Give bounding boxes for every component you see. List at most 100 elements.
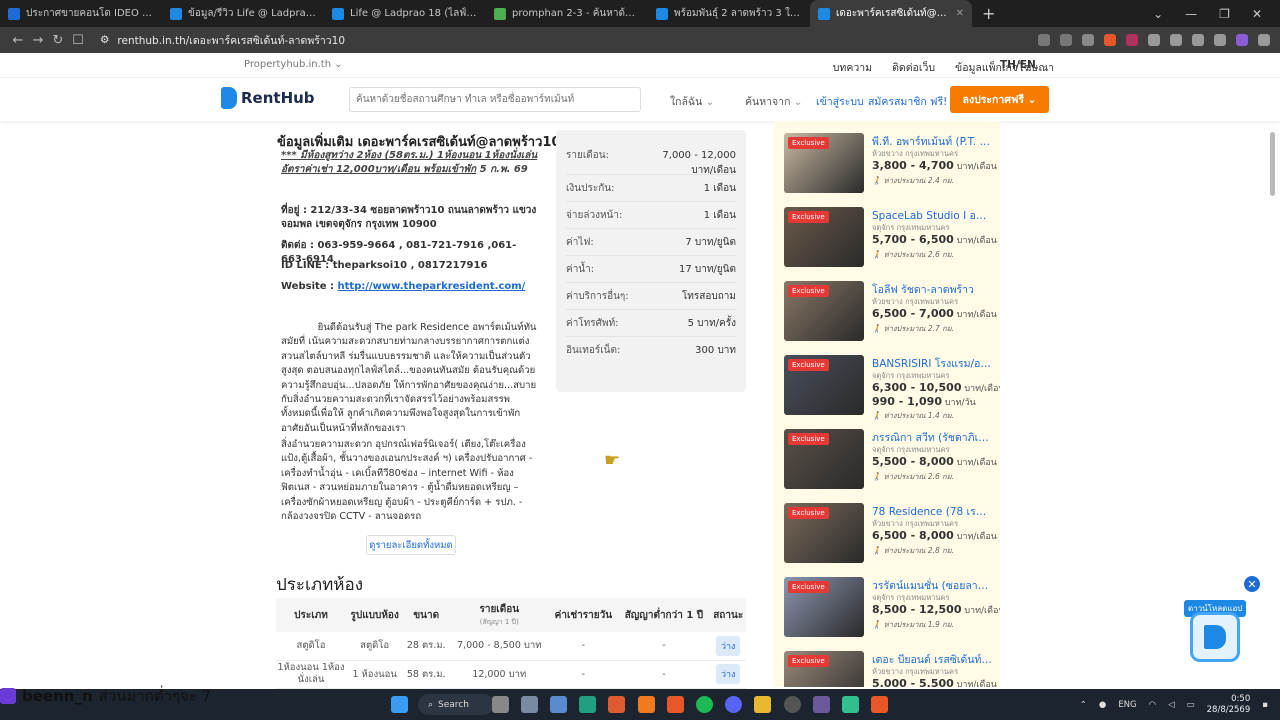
- listing-thumbnail[interactable]: Exclusive: [784, 133, 864, 193]
- listing-card[interactable]: Exclusiveเดอะ บียอนด์ เรสซิเด้นท์ - ทาวน…: [780, 647, 998, 687]
- search-from-menu[interactable]: ค้นหาจาก ⌄: [745, 93, 803, 110]
- topbar-link-articles[interactable]: บทความ: [833, 59, 872, 76]
- listing-price-value: 8,500 - 12,500: [872, 603, 962, 616]
- battery-icon[interactable]: ▭: [1187, 700, 1195, 710]
- listing-price-value: 5,000 - 5,500: [872, 677, 954, 687]
- browser-tab[interactable]: promphan 2-3 - ค้นหาด้วย Google: [486, 0, 648, 27]
- listing-thumbnail[interactable]: Exclusive: [784, 651, 864, 687]
- start-icon[interactable]: [391, 696, 408, 713]
- listing-price-unit: บาท/เดือน: [953, 310, 997, 320]
- new-tab-button[interactable]: +: [972, 4, 1005, 23]
- brave-icon[interactable]: [667, 696, 684, 713]
- listing-card[interactable]: Exclusive78 Residence (78 เรสซิเด้นท์)ห้…: [780, 499, 998, 569]
- star-icon[interactable]: [1082, 34, 1094, 46]
- app-icon-5[interactable]: [813, 696, 830, 713]
- website-link[interactable]: http://www.theparkresident.com/: [338, 281, 526, 292]
- fee-value: 1 เดือน: [703, 182, 736, 194]
- language-switcher[interactable]: TH/EN ⌄: [1000, 59, 1048, 71]
- fee-label: ค่าไฟ:: [566, 236, 594, 248]
- renthub-logo[interactable]: RentHub: [221, 87, 315, 109]
- language-indicator[interactable]: ENG: [1118, 700, 1136, 710]
- maximize-button[interactable]: ❐: [1219, 7, 1230, 21]
- file-explorer-icon[interactable]: [754, 696, 771, 713]
- close-download-widget-button[interactable]: ✕: [1244, 576, 1260, 592]
- fee-value: 7 บาท/ยูนิต: [685, 236, 736, 248]
- task-view-icon[interactable]: [492, 696, 509, 713]
- translate-icon[interactable]: [1038, 34, 1050, 46]
- clock[interactable]: 0:50 28/8/2569: [1207, 694, 1251, 716]
- volume-icon[interactable]: ◁: [1168, 700, 1175, 710]
- col-status: สถานะ: [710, 598, 746, 632]
- chevron-down-icon: ⌄: [793, 96, 803, 108]
- table-cell: 1ห้องนอน 1ห้องนั่งเล่น: [276, 660, 346, 689]
- topbar-link-contact[interactable]: ติดต่อเว็บ: [892, 59, 935, 76]
- tab-search-icon[interactable]: ⌄: [1153, 7, 1163, 21]
- listing-card[interactable]: Exclusiveวรรัตน์แมนชั่น (ซอยลาดพร้าว 1)จ…: [780, 573, 1000, 643]
- search-input[interactable]: [349, 87, 641, 112]
- photos-icon[interactable]: [550, 696, 567, 713]
- listing-card[interactable]: ExclusiveBANSRISIRI โรงแรม/อพาร์ทเม้นท์จ…: [780, 351, 1000, 421]
- nearby-label: ใกล้ฉัน: [670, 96, 703, 108]
- listing-thumbnail[interactable]: Exclusive: [784, 503, 864, 563]
- spotify-icon[interactable]: [696, 696, 713, 713]
- back-button[interactable]: ←: [8, 33, 28, 48]
- exclusive-badge: Exclusive: [788, 359, 829, 371]
- microphone-icon[interactable]: ●: [1099, 700, 1106, 710]
- notification-icon[interactable]: ▪: [1262, 700, 1268, 710]
- vpn-icon[interactable]: [1214, 34, 1226, 46]
- brave-shield-icon[interactable]: [1104, 34, 1116, 46]
- register-link[interactable]: สมัครสมาชิก ฟรี!: [868, 93, 947, 110]
- minimize-button[interactable]: —: [1185, 7, 1197, 21]
- login-link[interactable]: เข้าสู่ระบบ: [816, 93, 864, 110]
- listing-thumbnail[interactable]: Exclusive: [784, 281, 864, 341]
- sidebar-icon[interactable]: [1170, 34, 1182, 46]
- listing-card[interactable]: Exclusiveภรรณิกา สวีท (รัชดาภิเษก 36)จตุ…: [780, 425, 998, 495]
- discord-icon[interactable]: [725, 696, 742, 713]
- listing-card[interactable]: Exclusive โอลีฟ รัชดา-ลาดพร้าว ห้วยขวาง กร…: [780, 277, 998, 347]
- forward-button[interactable]: →: [28, 33, 48, 48]
- show-all-details-button[interactable]: ดูรายละเอียดทั้งหมด: [366, 535, 456, 555]
- browser-tab[interactable]: เดอะพาร์คเรสซิเด้นท์@ลาดพร้าว10 - ✕: [810, 0, 972, 27]
- download-app-widget[interactable]: ดาวน์โหลดแอป: [1180, 598, 1248, 670]
- reload-button[interactable]: ↻: [48, 33, 68, 48]
- app-icon-4[interactable]: [784, 696, 801, 713]
- listing-thumbnail[interactable]: Exclusive: [784, 577, 864, 637]
- leo-icon[interactable]: [1192, 34, 1204, 46]
- browser-tab[interactable]: พร้อมพันธุ์ 2 ลาดพร้าว 3 ใกล้ MRT พหลโย: [648, 0, 810, 27]
- brave-active-icon[interactable]: [871, 696, 888, 713]
- app-icon-2[interactable]: [608, 696, 625, 713]
- wallet-icon[interactable]: [1236, 34, 1248, 46]
- wifi-icon[interactable]: ◠: [1149, 700, 1156, 710]
- brave-rewards-icon[interactable]: [1126, 34, 1138, 46]
- browser-tab[interactable]: Life @ Ladprao 18 (ไลฟ์ แอท ลาดพร้าว: [324, 0, 486, 27]
- bookmark-icon[interactable]: ☐: [68, 33, 88, 48]
- listing-thumbnail[interactable]: Exclusive: [784, 355, 864, 415]
- taskbar-search[interactable]: ⌕ Search: [418, 694, 494, 715]
- post-listing-button[interactable]: ลงประกาศฟรี ⌄: [950, 86, 1049, 113]
- browser-tab[interactable]: ข้อมูล/รีวิว Life @ Ladprao 18 (ไลฟ์ แอท: [162, 0, 324, 27]
- page-scrollbar[interactable]: [1270, 132, 1275, 196]
- menu-icon[interactable]: [1258, 34, 1270, 46]
- app-icon-6[interactable]: [842, 696, 859, 713]
- close-window-button[interactable]: ✕: [1252, 7, 1262, 21]
- browser-tab[interactable]: ประกาศขายคอนโด IDEO Ladprao 5 (ไอดีโอ: [0, 0, 162, 27]
- listing-thumbnail[interactable]: Exclusive: [784, 207, 864, 267]
- propertyhub-link[interactable]: Propertyhub.in.th ⌄: [244, 59, 343, 70]
- fee-summary: รายเดือน: 7,000 - 12,000 บาท/เดือน เงินประ…: [556, 130, 746, 392]
- stream-chat-overlay: beenn_n ส่วนมากต่ำๆจะ 7: [0, 686, 211, 706]
- fee-value: 5 บาท/ครั้ง: [687, 317, 736, 329]
- nearby-menu[interactable]: ใกล้ฉัน ⌄: [670, 93, 714, 110]
- app-icon[interactable]: [579, 696, 596, 713]
- listing-thumbnail[interactable]: Exclusive: [784, 429, 864, 489]
- app-icon-3[interactable]: [638, 696, 655, 713]
- extensions-icon[interactable]: [1148, 34, 1160, 46]
- site-info-icon[interactable]: ⚙: [100, 34, 109, 46]
- settings-icon[interactable]: [521, 696, 538, 713]
- reader-icon[interactable]: [1060, 34, 1072, 46]
- tray-chevron-icon[interactable]: ⌃: [1080, 700, 1087, 710]
- listing-card[interactable]: ExclusiveSpaceLab Studio I อพาร์ทเม้นท์จ…: [780, 203, 998, 273]
- close-tab-icon[interactable]: ✕: [956, 8, 964, 19]
- listing-card[interactable]: Exclusiveพี.ที. อพาร์ทเม้นท์ (P.T. Apart…: [780, 129, 998, 199]
- url-field[interactable]: ⚙ renthub.in.th/เดอะพาร์คเรสซิเด้นท์-ลาด…: [100, 32, 345, 49]
- fee-value: 1 เดือน: [703, 209, 736, 221]
